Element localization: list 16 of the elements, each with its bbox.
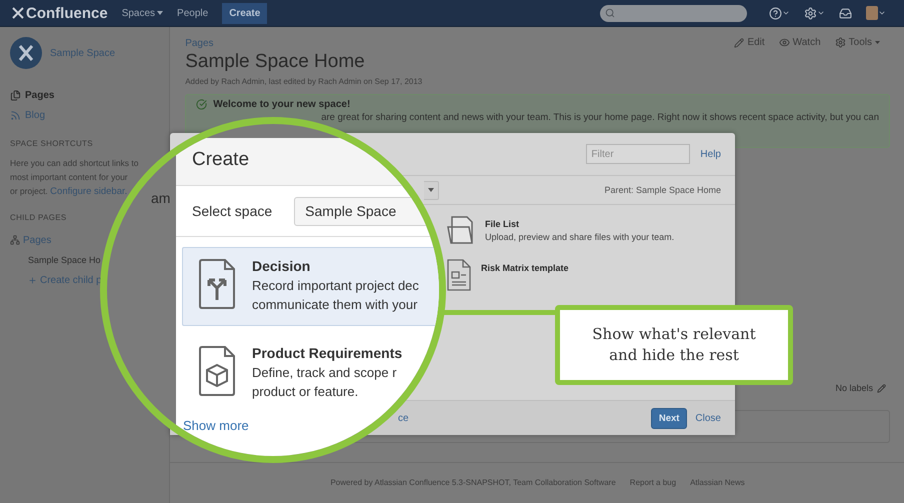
welcome-title: Welcome to your new space! bbox=[213, 99, 350, 110]
text-fragment: am bbox=[151, 190, 170, 206]
parent-text: Parent: Sample Space Home bbox=[604, 185, 721, 195]
section-heading: CHILD PAGES bbox=[10, 213, 68, 222]
page-title: Sample Space Home bbox=[185, 51, 366, 73]
select-label: Select space bbox=[192, 203, 272, 219]
section-heading: SPACE SHORTCUTS bbox=[10, 139, 94, 148]
page-byline: Added by Rach Admin, last edited by Rach Admin on Sep 17, 2013 bbox=[185, 77, 422, 86]
welcome-text: are great for sharing content and news with your team. This is your home page. Right now it shows recent space activity, but you can bbox=[321, 112, 879, 123]
footer-text: Powered by Atlassian Confluence 5.3-SNAPSHOT, Team Collaboration Software bbox=[330, 478, 616, 487]
template-description: Upload, preview and share files with your team. bbox=[485, 232, 674, 242]
template-name: File List bbox=[485, 219, 520, 229]
dialog-title: Create bbox=[192, 149, 250, 171]
template-name: Risk Matrix template bbox=[481, 263, 569, 273]
labels-text: No labels bbox=[835, 383, 873, 393]
callout-text: Show what's relevant and hide the rest bbox=[591, 324, 757, 366]
